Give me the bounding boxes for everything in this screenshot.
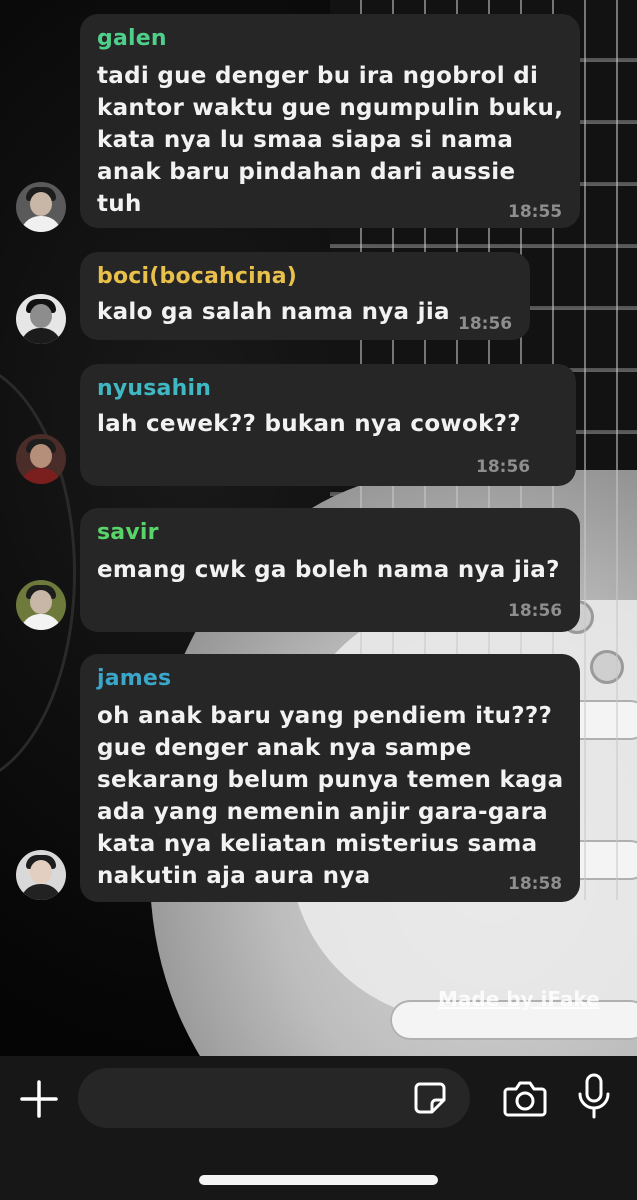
avatar[interactable] bbox=[16, 294, 66, 344]
camera-icon bbox=[503, 1081, 547, 1117]
plus-icon bbox=[20, 1080, 58, 1118]
avatar-face bbox=[30, 192, 52, 216]
sticker-button[interactable] bbox=[412, 1080, 448, 1116]
message-line: sekarang belum punya temen kaga bbox=[97, 767, 564, 793]
wallpaper-guitar-arc bbox=[0, 360, 76, 786]
message-line: ada yang nemenin anjir gara-gara bbox=[97, 799, 548, 825]
avatar-shirt bbox=[20, 216, 62, 232]
message-bubble[interactable]: james oh anak baru yang pendiem itu??? g… bbox=[80, 654, 580, 902]
avatar[interactable] bbox=[16, 850, 66, 900]
message-timestamp: 18:56 bbox=[458, 314, 513, 334]
avatar-face bbox=[30, 304, 52, 328]
message-line: anak baru pindahan dari aussie bbox=[97, 159, 516, 185]
message-line: kata nya keliatan misterius sama bbox=[97, 831, 538, 857]
avatar[interactable] bbox=[16, 434, 66, 484]
message-line: kantor waktu gue ngumpulin buku, bbox=[97, 95, 564, 121]
camera-button[interactable] bbox=[502, 1075, 548, 1121]
attach-button[interactable] bbox=[18, 1078, 60, 1120]
message-sender: nyusahin bbox=[97, 376, 212, 401]
message-timestamp: 18:58 bbox=[508, 874, 563, 894]
microphone-icon bbox=[578, 1073, 610, 1119]
message-line: tuh bbox=[97, 191, 142, 217]
message-timestamp: 18:56 bbox=[508, 601, 563, 621]
message-timestamp: 18:56 bbox=[476, 457, 531, 477]
message-sender: savir bbox=[97, 520, 159, 545]
message-line: tadi gue denger bu ira ngobrol di bbox=[97, 63, 539, 89]
message-sender: boci(bocahcina) bbox=[97, 264, 298, 289]
avatar-shirt bbox=[20, 614, 62, 630]
message-line: gue denger anak nya sampe bbox=[97, 735, 472, 761]
avatar-face bbox=[30, 860, 52, 884]
avatar[interactable] bbox=[16, 580, 66, 630]
message-bubble[interactable]: savir emang cwk ga boleh nama nya jia? 1… bbox=[80, 508, 580, 632]
message-timestamp: 18:55 bbox=[508, 202, 563, 222]
voice-message-button[interactable] bbox=[576, 1072, 612, 1120]
message-bubble[interactable]: galen tadi gue denger bu ira ngobrol di … bbox=[80, 14, 580, 228]
avatar-shirt bbox=[20, 468, 62, 484]
avatar-shirt bbox=[20, 328, 62, 344]
watermark: Made by iFake bbox=[438, 987, 600, 1011]
message-line: kata nya lu smaa siapa si nama bbox=[97, 127, 514, 153]
message-line: oh anak baru yang pendiem itu??? bbox=[97, 703, 553, 729]
avatar[interactable] bbox=[16, 182, 66, 232]
message-line: nakutin aja aura nya bbox=[97, 863, 371, 889]
message-line: emang cwk ga boleh nama nya jia? bbox=[97, 557, 560, 583]
avatar-face bbox=[30, 444, 52, 468]
avatar-face bbox=[30, 590, 52, 614]
message-bubble[interactable]: nyusahin lah cewek?? bukan nya cowok?? 1… bbox=[80, 364, 576, 486]
message-line: lah cewek?? bukan nya cowok?? bbox=[97, 411, 521, 437]
sticker-icon bbox=[414, 1082, 446, 1114]
message-sender: galen bbox=[97, 26, 167, 51]
message-bubble[interactable]: boci(bocahcina) kalo ga salah nama nya j… bbox=[80, 252, 530, 340]
message-sender: james bbox=[97, 666, 172, 691]
avatar-shirt bbox=[20, 884, 62, 900]
message-line: kalo ga salah nama nya jia bbox=[97, 299, 450, 325]
home-indicator[interactable] bbox=[199, 1175, 438, 1185]
